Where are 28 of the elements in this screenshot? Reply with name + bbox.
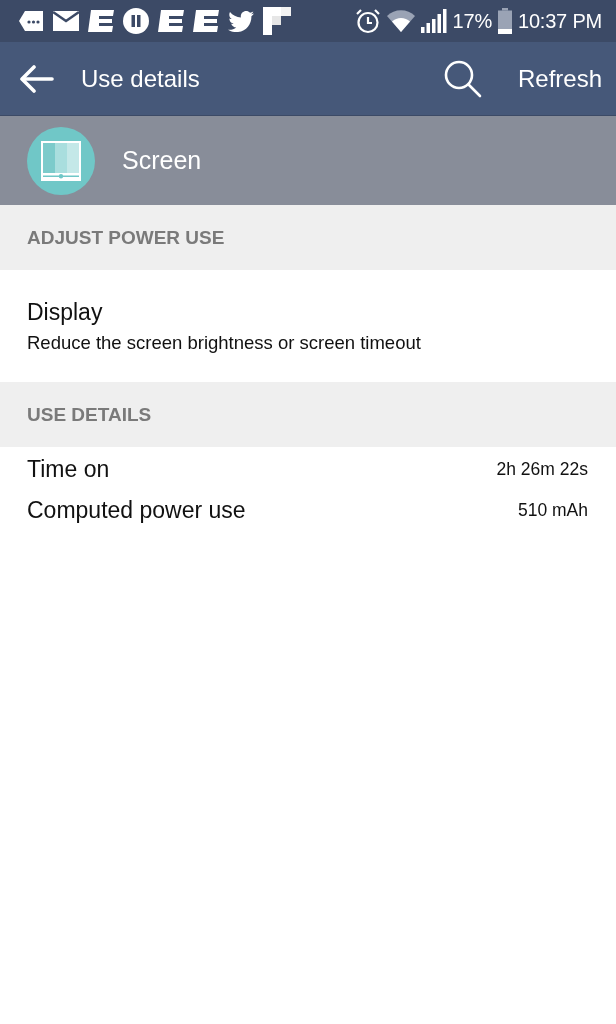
stat-value: 510 mAh	[517, 500, 588, 521]
battery-percent: 17%	[452, 9, 492, 33]
stat-label: Time on	[27, 456, 110, 483]
signal-bars-icon	[420, 9, 447, 33]
section-header: ADJUST POWER USE	[0, 205, 616, 270]
bird-icon	[228, 10, 254, 32]
stat-value: 2h 26m 22s	[496, 459, 588, 480]
screen-app-icon	[27, 126, 95, 195]
app-name: Screen	[122, 146, 202, 175]
letter-e-icon	[193, 10, 219, 32]
stat-label: Computed power use	[27, 497, 246, 524]
pause-circle-icon	[123, 8, 149, 34]
back-arrow-icon	[20, 64, 54, 93]
chat-tag-icon	[18, 10, 44, 32]
clock-time: 10:37 PM	[518, 9, 602, 33]
letter-e-icon	[88, 10, 114, 32]
battery-icon	[498, 8, 512, 34]
refresh-button[interactable]: Refresh	[509, 56, 602, 101]
mail-icon	[53, 11, 79, 31]
toolbar-title: Use details	[81, 64, 200, 93]
wifi-icon	[386, 10, 415, 32]
setting-summary: Reduce the screen brightness or screen timeout	[27, 331, 421, 354]
letter-e-icon	[158, 10, 184, 32]
alarm-clock-icon	[354, 8, 381, 34]
flag-blocks-icon	[263, 7, 291, 35]
section-header: USE DETAILS	[0, 382, 616, 447]
setting-title: Display	[27, 298, 103, 326]
search-icon	[443, 59, 482, 98]
